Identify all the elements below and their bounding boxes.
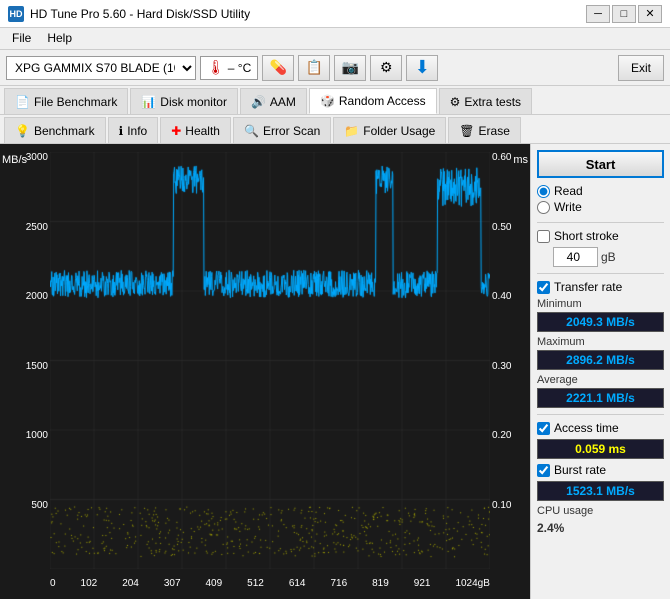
access-time-option[interactable]: Access time: [537, 421, 664, 435]
benchmark-icon: 💡: [15, 124, 30, 138]
read-radio[interactable]: [537, 185, 550, 198]
thermometer-icon: 🌡: [207, 59, 225, 76]
tabs-row2: 💡 Benchmark ℹ Info ✚ Health 🔍 Error Scan…: [0, 115, 670, 144]
menu-bar: File Help: [0, 28, 670, 50]
tabs-row1: 📄 File Benchmark 📊 Disk monitor 🔊 AAM 🎲 …: [0, 86, 670, 115]
short-stroke-option[interactable]: Short stroke: [537, 229, 664, 243]
y-axis-labels-left: 3000 2500 2000 1500 1000 500: [8, 152, 48, 569]
folder-usage-icon: 📁: [344, 124, 359, 138]
close-button[interactable]: ✕: [638, 5, 662, 23]
maximum-value: 2896.2 MB/s: [537, 350, 664, 370]
tab-error-scan[interactable]: 🔍 Error Scan: [233, 117, 331, 143]
tab-file-benchmark[interactable]: 📄 File Benchmark: [4, 88, 128, 114]
chart-inner: 3000 2500 2000 1500 1000 500 0.60 0.50 0…: [50, 152, 490, 569]
tab-info[interactable]: ℹ Info: [108, 117, 159, 143]
extra-tests-icon: ⚙: [450, 95, 461, 109]
burst-rate-checkbox[interactable]: [537, 464, 550, 477]
x-axis-labels: 0 102 204 307 409 512 614 716 819 921 10…: [50, 578, 490, 589]
read-option[interactable]: Read: [537, 184, 664, 198]
aam-icon: 🔊: [251, 95, 266, 109]
random-access-icon: 🎲: [320, 94, 335, 108]
tab-erase[interactable]: 🗑 Erase: [448, 117, 521, 143]
right-panel: Start Read Write Short stroke gB Transfe…: [530, 144, 670, 599]
main-content: MB/s ms 3000 2500 2000 1500 1000 500 0.6…: [0, 144, 670, 599]
short-stroke-spinbox-row: gB: [553, 247, 664, 267]
drive-select[interactable]: XPG GAMMIX S70 BLADE (1024 gB): [6, 56, 196, 80]
toolbar: XPG GAMMIX S70 BLADE (1024 gB) 🌡 – °C 💊 …: [0, 50, 670, 86]
tab-aam[interactable]: 🔊 AAM: [240, 88, 307, 114]
title-bar-left: HD HD Tune Pro 5.60 - Hard Disk/SSD Util…: [8, 6, 250, 22]
start-button[interactable]: Start: [537, 150, 664, 178]
app-icon: HD: [8, 6, 24, 22]
cpu-usage-label: CPU usage: [537, 505, 664, 517]
minimum-stat: Minimum 2049.3 MB/s: [537, 298, 664, 332]
erase-icon: 🗑: [459, 124, 474, 138]
maximize-button[interactable]: □: [612, 5, 636, 23]
short-stroke-checkbox[interactable]: [537, 230, 550, 243]
cpu-usage-value: 2.4%: [537, 521, 664, 535]
burst-rate-stat: 1523.1 MB/s: [537, 481, 664, 501]
window-title: HD Tune Pro 5.60 - Hard Disk/SSD Utility: [30, 7, 250, 21]
tab-benchmark[interactable]: 💡 Benchmark: [4, 117, 106, 143]
average-value: 2221.1 MB/s: [537, 388, 664, 408]
menu-file[interactable]: File: [4, 30, 39, 47]
file-benchmark-icon: 📄: [15, 95, 30, 109]
health-icon: ✚: [171, 124, 181, 138]
info-icon: ℹ: [119, 124, 124, 138]
tab-random-access[interactable]: 🎲 Random Access: [309, 88, 437, 114]
settings-button[interactable]: ⚙: [370, 55, 402, 81]
temp-value: – °C: [228, 61, 251, 75]
burst-rate-value: 1523.1 MB/s: [537, 481, 664, 501]
read-write-options: Read Write: [537, 184, 664, 214]
error-scan-icon: 🔍: [244, 124, 259, 138]
divider2: [537, 273, 664, 274]
maximum-stat: Maximum 2896.2 MB/s: [537, 336, 664, 370]
screenshot-button[interactable]: 📷: [334, 55, 366, 81]
health-button[interactable]: 💊: [262, 55, 294, 81]
write-radio[interactable]: [537, 201, 550, 214]
transfer-rate-option[interactable]: Transfer rate: [537, 280, 664, 294]
disk-monitor-icon: 📊: [141, 95, 156, 109]
update-button[interactable]: ⬇: [406, 55, 438, 81]
access-time-checkbox[interactable]: [537, 422, 550, 435]
window-controls[interactable]: ─ □ ✕: [586, 5, 662, 23]
short-stroke-unit: gB: [601, 250, 616, 264]
temp-display: 🌡 – °C: [200, 56, 258, 80]
minimize-button[interactable]: ─: [586, 5, 610, 23]
access-time-value: 0.059 ms: [537, 439, 664, 459]
title-bar: HD HD Tune Pro 5.60 - Hard Disk/SSD Util…: [0, 0, 670, 28]
short-stroke-spinbox[interactable]: [553, 247, 598, 267]
exit-button[interactable]: Exit: [618, 55, 664, 81]
tab-folder-usage[interactable]: 📁 Folder Usage: [333, 117, 446, 143]
maximum-label: Maximum: [537, 336, 664, 348]
minimum-value: 2049.3 MB/s: [537, 312, 664, 332]
chart-area: MB/s ms 3000 2500 2000 1500 1000 500 0.6…: [0, 144, 530, 599]
y-axis-labels-right: 0.60 0.50 0.40 0.30 0.20 0.10: [492, 152, 528, 569]
burst-rate-option[interactable]: Burst rate: [537, 463, 664, 477]
write-option[interactable]: Write: [537, 200, 664, 214]
access-time-stat: 0.059 ms: [537, 439, 664, 459]
divider3: [537, 414, 664, 415]
menu-help[interactable]: Help: [39, 30, 80, 47]
tab-health[interactable]: ✚ Health: [160, 117, 231, 143]
tab-extra-tests[interactable]: ⚙ Extra tests: [439, 88, 532, 114]
transfer-rate-checkbox[interactable]: [537, 281, 550, 294]
info-button[interactable]: 📋: [298, 55, 330, 81]
divider1: [537, 222, 664, 223]
average-stat: Average 2221.1 MB/s: [537, 374, 664, 408]
benchmark-chart: [50, 152, 490, 569]
tab-disk-monitor[interactable]: 📊 Disk monitor: [130, 88, 238, 114]
average-label: Average: [537, 374, 664, 386]
minimum-label: Minimum: [537, 298, 664, 310]
